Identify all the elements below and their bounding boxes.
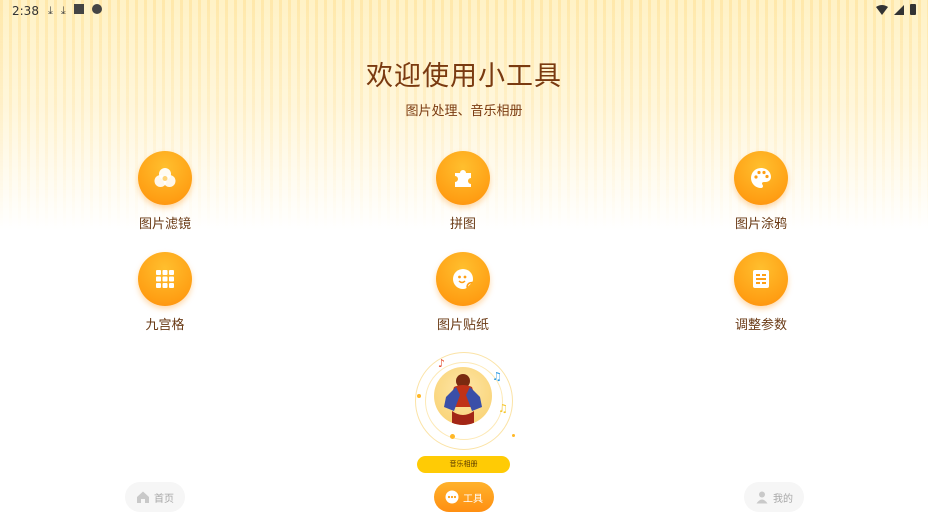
wifi-icon: [876, 4, 888, 15]
tool-adjust-button[interactable]: [734, 252, 788, 306]
nav-home[interactable]: 首页: [125, 482, 185, 512]
tool-label: 图片涂鸦: [734, 217, 787, 232]
decor-dot: [417, 394, 421, 398]
tool-nine-grid-button[interactable]: [138, 252, 192, 306]
album-cover-image: [444, 374, 482, 425]
tool-label: 拼图: [449, 217, 476, 232]
music-note-icon: ♪: [438, 357, 446, 370]
download-icon: ⤓: [60, 4, 66, 17]
home-icon: [137, 491, 149, 503]
sticker-icon: [453, 269, 473, 289]
status-bar: 2:38 ⤓ ⤓ A !: [0, 0, 928, 22]
page-subtitle: 图片处理、音乐相册: [405, 104, 523, 119]
user-icon: [756, 491, 768, 504]
nav-mine-label: 我的: [773, 493, 793, 505]
page-title: 欢迎使用小工具: [366, 61, 562, 92]
music-album-button[interactable]: 音乐相册: [417, 456, 510, 473]
tool-image-filter[interactable]: 图片滤镜: [105, 151, 225, 232]
tool-sticker-button[interactable]: [436, 252, 490, 306]
more-dots-icon: [445, 490, 459, 504]
tool-doodle-button[interactable]: [734, 151, 788, 205]
music-note-icon: ♫: [498, 402, 508, 415]
tool-label: 调整参数: [734, 318, 787, 333]
tool-sticker[interactable]: 图片贴纸: [403, 252, 523, 333]
grid-icon: [156, 270, 174, 288]
palette-icon: [751, 168, 771, 188]
battery-icon: [910, 4, 916, 15]
alert-icon: !: [91, 4, 102, 14]
music-album-disc[interactable]: ♪ ♫ ♫: [410, 348, 520, 450]
album-cover: [434, 367, 492, 425]
status-icons-right: [876, 4, 916, 15]
tool-adjust[interactable]: 调整参数: [701, 252, 821, 333]
nav-home-label: 首页: [154, 493, 174, 505]
music-note-icon: ♫: [492, 370, 502, 383]
download-icon: ⤓: [48, 4, 53, 17]
status-time: 2:38: [12, 4, 39, 18]
tool-nine-grid[interactable]: 九宫格: [105, 252, 225, 333]
tool-label: 图片贴纸: [436, 318, 489, 333]
puzzle-icon: [455, 170, 471, 187]
status-icons-left: ⤓ ⤓ A !: [48, 4, 102, 18]
decor-dot: [450, 434, 455, 439]
tool-label: 图片滤镜: [138, 217, 191, 232]
decor-dot: [512, 434, 515, 437]
tool-puzzle[interactable]: 拼图: [403, 151, 523, 232]
filter-circles-icon: [154, 168, 176, 187]
tool-puzzle-button[interactable]: [436, 151, 490, 205]
tool-image-filter-button[interactable]: [138, 151, 192, 205]
nav-mine[interactable]: 我的: [744, 482, 804, 512]
tool-label: 九宫格: [145, 318, 185, 333]
adjust-icon: [753, 270, 769, 288]
signal-icon: [894, 4, 904, 15]
a-icon: A: [73, 4, 84, 14]
nav-tools-label: 工具: [463, 493, 483, 505]
nav-tools[interactable]: 工具: [434, 482, 494, 512]
tool-doodle[interactable]: 图片涂鸦: [701, 151, 821, 232]
